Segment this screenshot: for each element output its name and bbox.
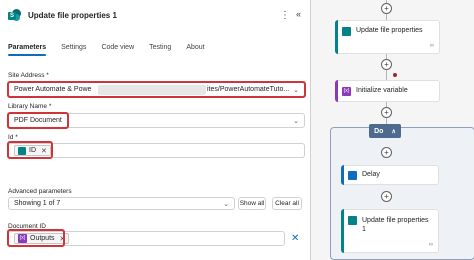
highlight-box bbox=[7, 112, 69, 129]
clear-all-button[interactable]: Clear all bbox=[272, 197, 302, 210]
link-icon: ∞ bbox=[428, 242, 433, 248]
highlight-box bbox=[7, 229, 65, 247]
clear-field-icon[interactable]: ✕ bbox=[291, 233, 299, 244]
panel-header: S Update file properties 1 bbox=[8, 9, 117, 22]
action-details-panel: S Update file properties 1 ⋮ « Parameter… bbox=[0, 0, 311, 260]
tab-testing[interactable]: Testing bbox=[149, 44, 171, 51]
card-accent bbox=[335, 20, 338, 54]
chevron-up-icon: ∧ bbox=[391, 128, 396, 135]
flow-card-update-file-properties-1[interactable]: Update file properties 1 ∞ bbox=[341, 209, 439, 253]
add-step-icon[interactable]: + bbox=[381, 191, 392, 202]
advanced-parameters-label: Advanced parameters bbox=[8, 188, 72, 195]
app-root: S Update file properties 1 ⋮ « Parameter… bbox=[0, 0, 474, 260]
highlight-box bbox=[7, 81, 306, 98]
add-step-icon[interactable]: + bbox=[381, 107, 392, 118]
sharepoint-icon: S bbox=[8, 9, 21, 22]
flow-card-title: Update file properties bbox=[356, 27, 423, 34]
advanced-showing-text: Showing 1 of 7 bbox=[14, 200, 61, 207]
tab-about[interactable]: About bbox=[186, 44, 204, 51]
tab-parameters[interactable]: Parameters bbox=[8, 44, 47, 56]
panel-tabs: Parameters Settings Code view Testing Ab… bbox=[8, 44, 220, 56]
sharepoint-icon bbox=[342, 27, 351, 36]
add-step-icon[interactable]: + bbox=[381, 59, 392, 70]
variable-icon: {x} bbox=[342, 87, 351, 96]
collapse-panel-icon[interactable]: « bbox=[296, 9, 301, 19]
site-address-label: Site Address * bbox=[8, 72, 49, 79]
highlight-box bbox=[7, 141, 53, 159]
flow-card-title: Delay bbox=[362, 171, 380, 178]
link-icon: ∞ bbox=[429, 43, 434, 49]
sharepoint-icon bbox=[348, 216, 357, 225]
do-block-header[interactable]: Do ∧ bbox=[369, 124, 401, 138]
flow-card-update-file-properties[interactable]: Update file properties ∞ bbox=[335, 20, 440, 54]
add-step-icon[interactable]: + bbox=[381, 3, 392, 14]
show-all-button[interactable]: Show all bbox=[238, 197, 266, 210]
flow-card-title-line2: 1 bbox=[362, 226, 366, 233]
tab-settings[interactable]: Settings bbox=[61, 44, 86, 51]
flow-card-title: Update file properties 1 bbox=[362, 216, 429, 234]
flow-card-title: Initialize variable bbox=[356, 87, 408, 94]
card-accent bbox=[341, 165, 344, 185]
flow-card-title-line1: Update file properties bbox=[362, 217, 429, 224]
do-label: Do bbox=[374, 127, 384, 135]
tab-code-view[interactable]: Code view bbox=[101, 44, 134, 51]
library-name-label: Library Name * bbox=[8, 103, 52, 110]
flow-card-initialize-variable[interactable]: {x} Initialize variable bbox=[335, 80, 440, 102]
add-step-icon[interactable]: + bbox=[381, 147, 392, 158]
chevron-down-icon: ⌄ bbox=[293, 118, 299, 125]
card-accent bbox=[341, 209, 344, 253]
more-options-icon[interactable]: ⋮ bbox=[280, 10, 290, 21]
id-label: Id * bbox=[8, 134, 18, 141]
clock-icon bbox=[348, 171, 357, 180]
flow-card-delay[interactable]: Delay bbox=[341, 165, 439, 185]
flow-canvas[interactable]: + Update file properties ∞ + {x} Initial… bbox=[311, 0, 474, 260]
advanced-parameters-dropdown[interactable]: Showing 1 of 7 ⌄ bbox=[8, 197, 235, 210]
error-indicator bbox=[393, 73, 397, 77]
panel-title: Update file properties 1 bbox=[28, 11, 117, 20]
card-accent bbox=[335, 80, 338, 102]
chevron-down-icon: ⌄ bbox=[223, 201, 229, 208]
